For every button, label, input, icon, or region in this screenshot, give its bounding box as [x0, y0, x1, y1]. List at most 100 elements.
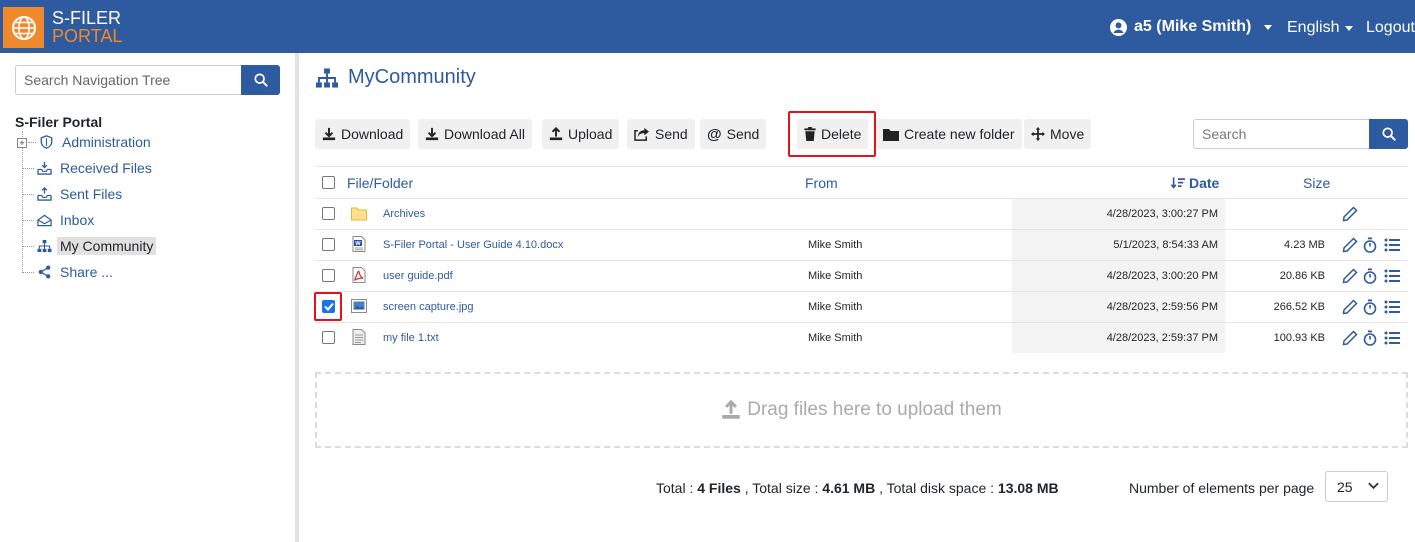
pencil-edit-icon[interactable] — [1342, 206, 1358, 222]
list-details-icon[interactable] — [1384, 330, 1400, 346]
upload-dropzone[interactable]: Drag files here to upload them — [315, 372, 1408, 448]
share-square-icon — [634, 127, 649, 141]
column-header-file[interactable]: File/Folder — [347, 175, 413, 191]
sidebar-item-my-community[interactable]: My Community — [22, 236, 157, 256]
pencil-edit-icon[interactable] — [1342, 330, 1358, 346]
table-divider — [315, 166, 1408, 167]
word-file-icon: W — [352, 236, 366, 252]
pencil-edit-icon[interactable] — [1342, 299, 1358, 315]
stopwatch-icon[interactable] — [1362, 299, 1378, 315]
page-title-text: MyCommunity — [348, 66, 476, 88]
sidebar-item-administration[interactable]: Administration — [22, 132, 154, 152]
text-file-icon — [352, 329, 366, 345]
stopwatch-icon[interactable] — [1362, 268, 1378, 284]
file-date: 4/28/2023, 3:00:20 PM — [1106, 270, 1218, 282]
file-name-link[interactable]: Archives — [383, 208, 425, 220]
column-header-size[interactable]: Size — [1303, 175, 1330, 191]
user-menu[interactable]: a5 (Mike Smith) — [1110, 18, 1273, 36]
share-icon — [36, 264, 52, 280]
create-folder-button[interactable]: Create new folder — [876, 119, 1022, 149]
logo-text[interactable]: S-FILER PORTAL — [52, 9, 122, 45]
file-size: 266.52 KB — [1273, 301, 1325, 313]
page-title: MyCommunity — [315, 66, 476, 89]
row-checkbox[interactable] — [322, 238, 335, 251]
download-button[interactable]: Download — [315, 119, 411, 149]
upload-button[interactable]: Upload — [542, 119, 620, 149]
row-divider — [315, 291, 1408, 292]
file-size: 100.93 KB — [1273, 332, 1325, 344]
pencil-edit-icon[interactable] — [1342, 268, 1358, 284]
folder-icon — [883, 128, 899, 141]
sidebar-item-inbox[interactable]: Inbox — [22, 210, 97, 230]
file-from: Mike Smith — [808, 239, 863, 251]
svg-text:W: W — [355, 241, 361, 247]
disk-space-label: , Total disk space : — [879, 480, 995, 496]
language-menu[interactable]: English — [1287, 19, 1354, 37]
sidebar-item-label: My Community — [57, 237, 157, 255]
disk-space: 13.08 MB — [997, 480, 1059, 496]
file-name-link[interactable]: S-Filer Portal - User Guide 4.10.docx — [383, 239, 563, 251]
chevron-down-icon — [1368, 482, 1379, 490]
sidebar-item-share[interactable]: Share ... — [22, 262, 116, 282]
sidebar-item-sent-files[interactable]: Sent Files — [22, 184, 125, 204]
logo-line-1: S-FILER — [52, 8, 122, 28]
nav-search-button[interactable] — [241, 65, 280, 95]
search-icon — [1381, 127, 1396, 141]
row-checkbox[interactable] — [322, 207, 335, 220]
download-all-button[interactable]: Download All — [418, 119, 532, 149]
sitemap-icon — [36, 238, 52, 254]
sidebar-item-received-files[interactable]: Received Files — [22, 158, 155, 178]
list-details-icon[interactable] — [1384, 268, 1400, 284]
file-name-link[interactable]: user guide.pdf — [383, 270, 453, 282]
file-from: Mike Smith — [808, 270, 863, 282]
sidebar-item-label: Sent Files — [60, 186, 123, 202]
stopwatch-icon[interactable] — [1362, 237, 1378, 253]
globe-logo-icon[interactable] — [3, 7, 44, 48]
list-details-icon[interactable] — [1384, 237, 1400, 253]
file-search-button[interactable] — [1369, 119, 1408, 149]
stopwatch-icon[interactable] — [1362, 330, 1378, 346]
total-size: 4.61 MB — [822, 480, 876, 496]
shield-icon — [38, 134, 54, 150]
top-navbar: S-FILER PORTAL a5 (Mike Smith) English L… — [0, 0, 1415, 53]
sitemap-icon — [316, 67, 338, 88]
upload-icon — [722, 400, 740, 419]
upload-label: Upload — [568, 126, 613, 142]
folder-icon — [351, 207, 367, 221]
file-name-link[interactable]: screen capture.jpg — [383, 301, 474, 313]
envelope-icon — [36, 212, 52, 228]
image-file-icon — [351, 299, 367, 313]
per-page-select[interactable]: 25 — [1325, 471, 1388, 502]
sidebar-item-label: Received Files — [60, 160, 152, 176]
tree-root[interactable]: S-Filer Portal — [15, 114, 102, 130]
file-date: 4/28/2023, 2:59:56 PM — [1106, 301, 1218, 313]
row-divider — [315, 322, 1408, 323]
storage-summary: Total : 4 Files , Total size : 4.61 MB ,… — [656, 480, 1059, 496]
send-email-button[interactable]: @ Send — [700, 119, 767, 149]
nav-search-input[interactable] — [15, 65, 242, 95]
row-checkbox[interactable] — [322, 331, 335, 344]
file-name-link[interactable]: my file 1.txt — [383, 332, 439, 344]
language-label: English — [1287, 19, 1340, 36]
column-header-from[interactable]: From — [805, 175, 838, 191]
dropzone-label: Drag files here to upload them — [747, 399, 1002, 420]
select-all-checkbox[interactable] — [322, 176, 335, 189]
download-icon — [425, 127, 439, 141]
file-search-input[interactable] — [1193, 119, 1370, 149]
per-page-value: 25 — [1337, 478, 1353, 495]
arrows-move-icon — [1031, 127, 1045, 141]
send-label: Send — [655, 126, 688, 142]
row-divider — [315, 229, 1408, 230]
send-button[interactable]: Send — [627, 119, 695, 149]
file-date: 4/28/2023, 3:00:27 PM — [1106, 208, 1218, 220]
sidebar-splitter[interactable] — [295, 53, 299, 542]
column-header-date[interactable]: Date — [1171, 175, 1219, 191]
row-divider — [315, 260, 1408, 261]
pencil-edit-icon[interactable] — [1342, 237, 1358, 253]
logout-link[interactable]: Logout — [1366, 19, 1415, 37]
total-label: Total : — [656, 480, 694, 496]
move-button[interactable]: Move — [1024, 119, 1092, 149]
pdf-file-icon — [352, 267, 366, 283]
list-details-icon[interactable] — [1384, 299, 1400, 315]
row-checkbox[interactable] — [322, 269, 335, 282]
